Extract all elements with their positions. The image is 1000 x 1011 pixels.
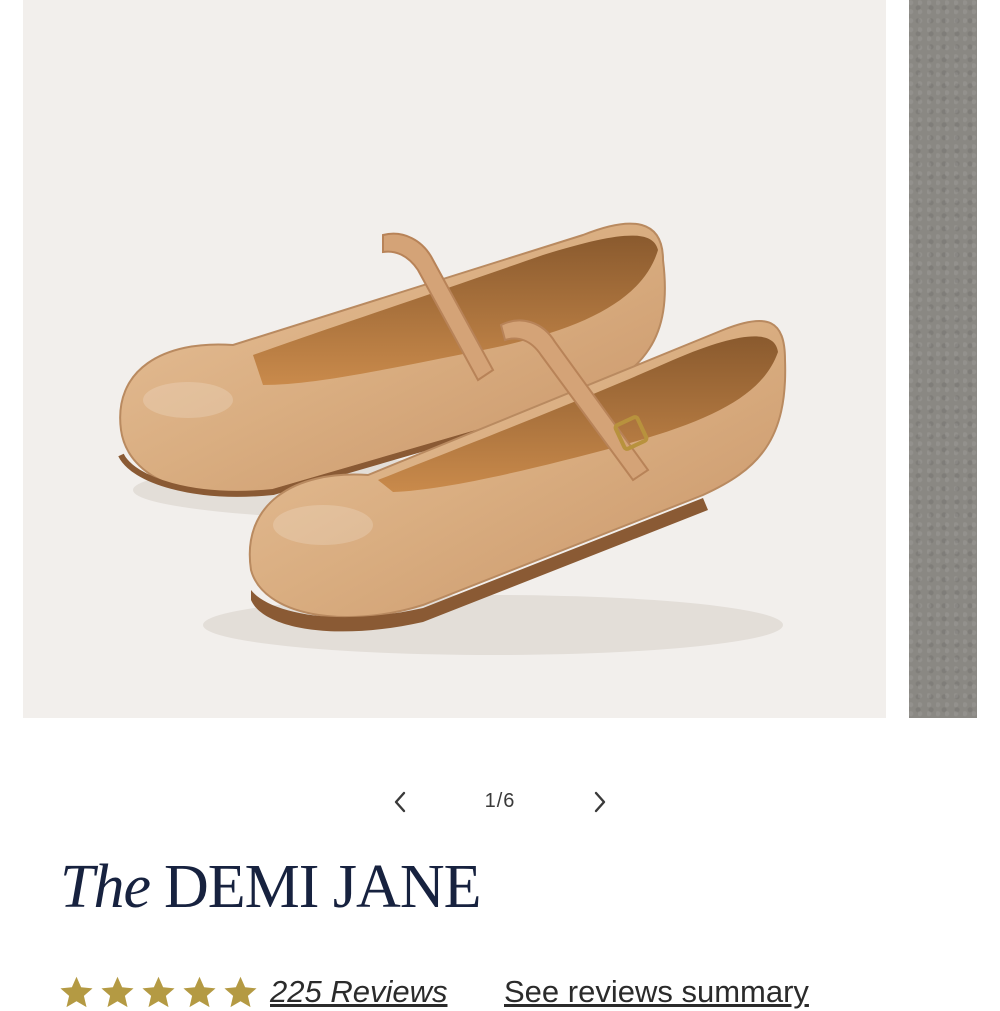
star-rating[interactable] <box>58 974 259 1011</box>
star-icon <box>60 976 93 1008</box>
next-product-image-preview[interactable] <box>909 0 977 718</box>
product-image-gallery[interactable] <box>0 0 1000 718</box>
previous-image-button[interactable] <box>386 788 414 816</box>
star-icon <box>224 976 257 1008</box>
star-icon <box>142 976 175 1008</box>
gallery-pager: 1/6 <box>0 780 1000 824</box>
image-counter: 1/6 <box>484 790 516 812</box>
product-image-shoes[interactable] <box>23 0 886 718</box>
product-title: The DEMI JANE <box>60 852 481 923</box>
mary-jane-flats-image <box>118 222 787 655</box>
next-image-button[interactable] <box>586 788 614 816</box>
star-icon <box>183 976 216 1008</box>
chevron-right-icon <box>594 791 606 813</box>
product-title-prefix: The <box>60 853 151 921</box>
reviews-count-link[interactable]: 225 Reviews <box>270 974 447 1010</box>
reviews-summary-link[interactable]: See reviews summary <box>504 974 809 1010</box>
chevron-left-icon <box>394 791 406 813</box>
product-title-name: DEMI JANE <box>164 853 481 921</box>
star-icon <box>101 976 134 1008</box>
rating-row: 225 Reviews See reviews summary <box>58 968 978 1011</box>
